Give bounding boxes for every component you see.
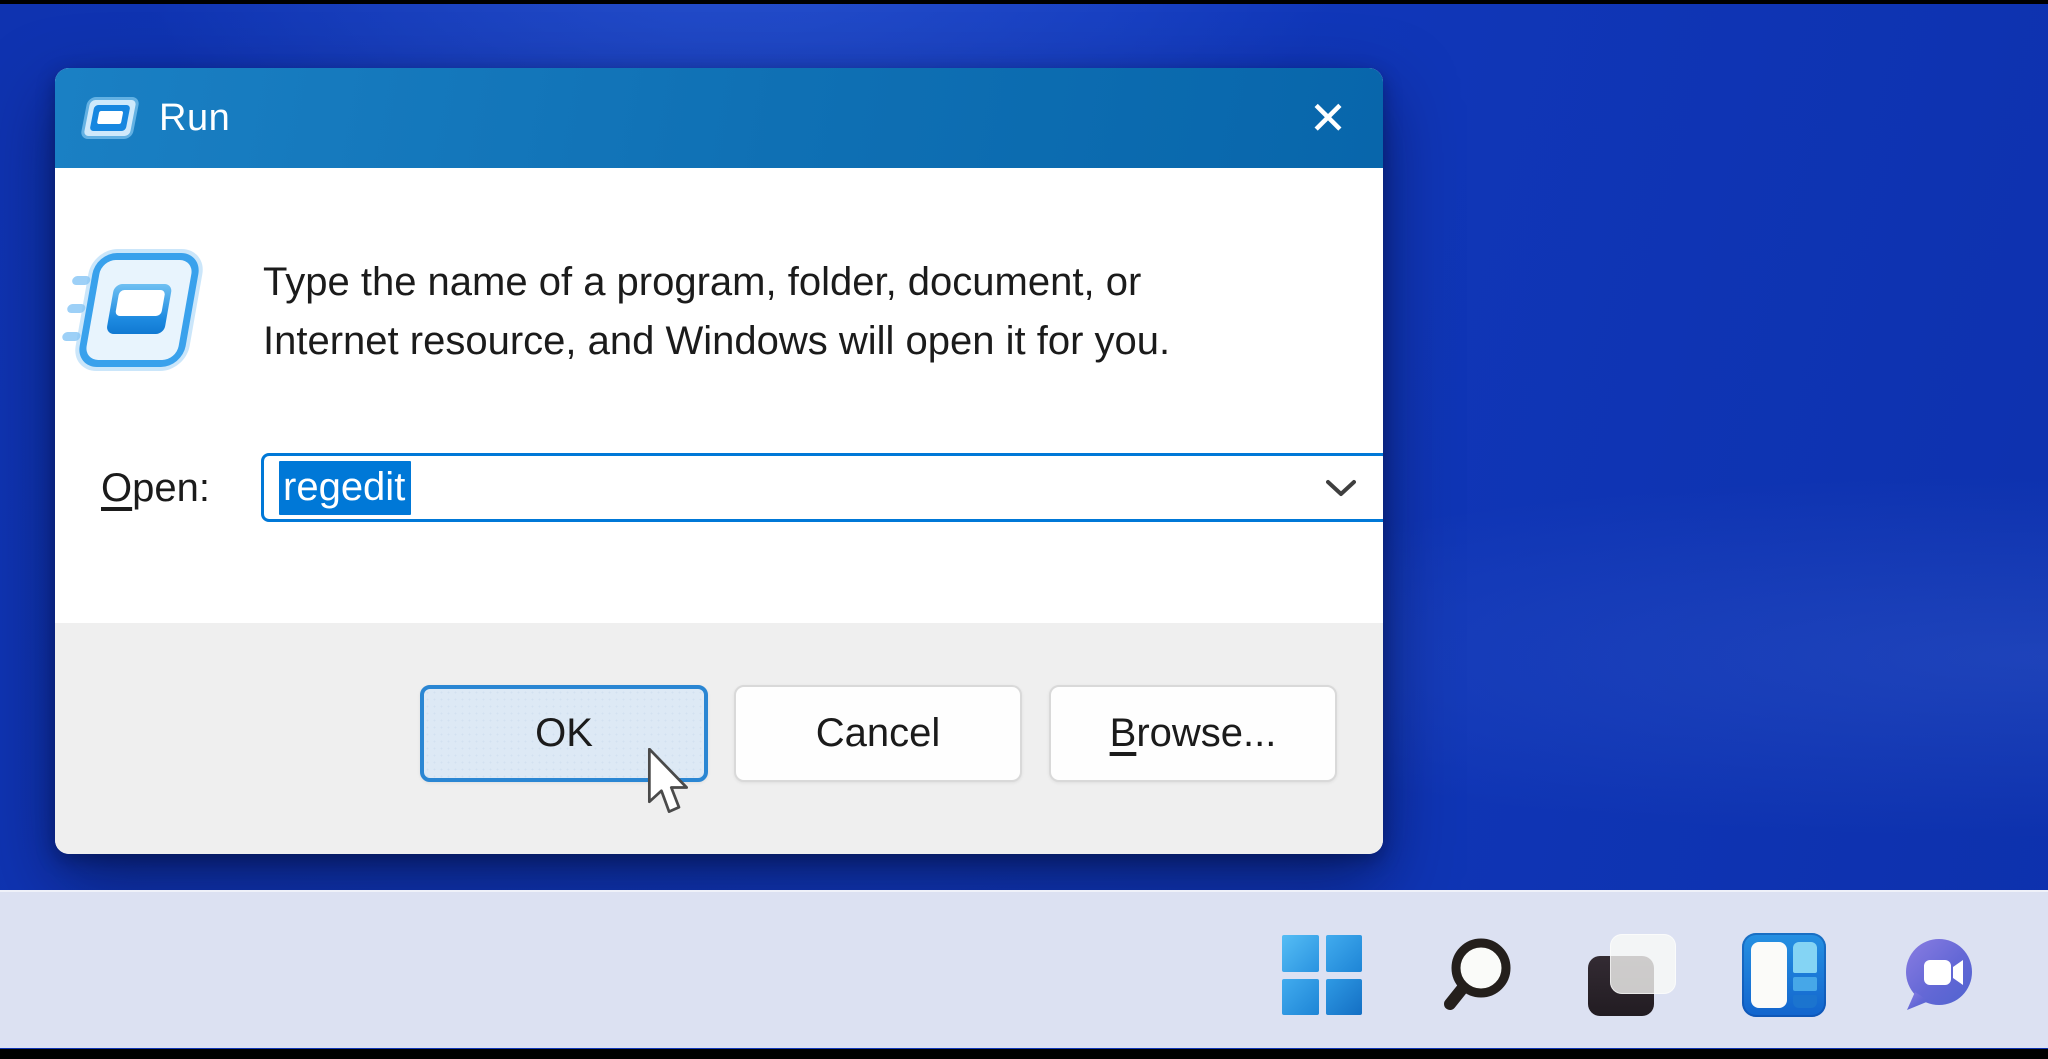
description-line1: Type the name of a program, folder, docu… (263, 253, 1170, 312)
dialog-footer: OK Cancel Browse... (55, 623, 1383, 854)
open-label-rest: pen: (132, 466, 210, 510)
task-view-button[interactable] (1588, 933, 1672, 1017)
letterbox-top (0, 0, 2048, 4)
search-icon (1437, 936, 1515, 1014)
search-button[interactable] (1434, 933, 1518, 1017)
dialog-description: Type the name of a program, folder, docu… (263, 253, 1170, 371)
mouse-cursor-icon (645, 748, 691, 816)
widgets-button[interactable] (1742, 933, 1826, 1017)
taskbar-icons (1280, 892, 1980, 1050)
chat-button[interactable] (1896, 933, 1980, 1017)
cancel-button[interactable]: Cancel (734, 685, 1022, 782)
dialog-title: Run (159, 97, 230, 140)
open-label-accelerator: O (101, 466, 132, 510)
widgets-icon (1742, 933, 1826, 1017)
dialog-body: Type the name of a program, folder, docu… (55, 168, 1383, 623)
description-line2: Internet resource, and Windows will open… (263, 312, 1170, 371)
browse-button[interactable]: Browse... (1049, 685, 1337, 782)
letterbox-bottom (0, 1049, 2048, 1059)
start-button[interactable] (1280, 933, 1364, 1017)
run-dialog: Run ✕ Type the name of a program, folder… (55, 68, 1383, 854)
task-view-icon (1588, 934, 1672, 1016)
open-combobox[interactable]: regedit (261, 453, 1383, 522)
browse-accelerator: B (1110, 711, 1137, 756)
windows-logo-icon (1282, 935, 1362, 1015)
dialog-titlebar: Run ✕ (55, 68, 1383, 168)
combobox-selected-text[interactable]: regedit (279, 461, 411, 515)
chevron-down-icon[interactable] (1313, 456, 1369, 519)
chat-icon (1897, 934, 1979, 1016)
browse-rest: rowse... (1136, 711, 1276, 756)
desktop: Run ✕ Type the name of a program, folder… (0, 0, 2048, 1059)
close-icon[interactable]: ✕ (1297, 87, 1359, 149)
run-icon (84, 100, 137, 136)
taskbar (0, 890, 2048, 1048)
open-label: Open: (101, 466, 210, 511)
run-app-icon (84, 260, 194, 360)
